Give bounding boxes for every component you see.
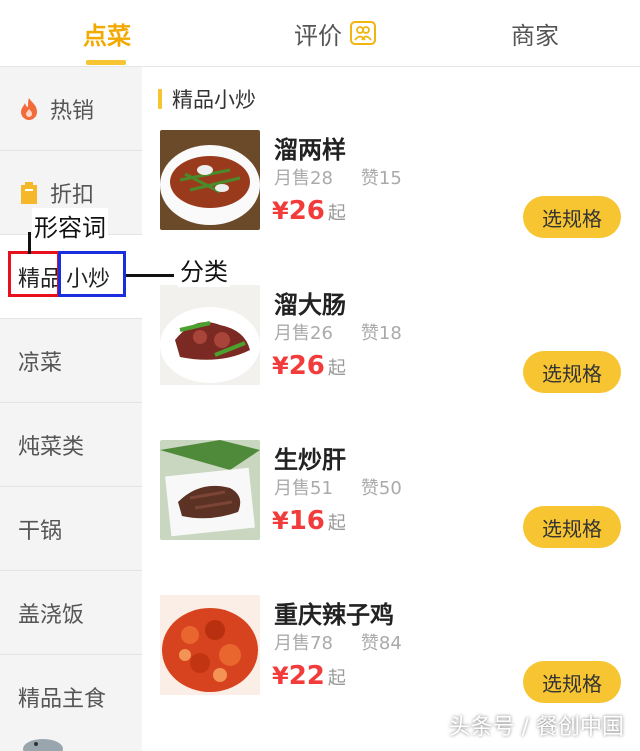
dish-item[interactable]: 生炒肝 月售51 赞50 ¥16 起 选规格 — [142, 440, 640, 570]
section-title-bar — [158, 89, 162, 109]
price-suffix: 起 — [327, 358, 346, 379]
dish-name: 重庆辣子鸡 — [274, 601, 394, 629]
dish-stats: 月售26 赞18 — [274, 319, 402, 345]
dish-stats: 月售78 赞84 — [274, 629, 402, 655]
likes-count: 赞84 — [360, 633, 402, 654]
mascot-icon — [23, 739, 63, 751]
tab-order[interactable]: 点菜 — [40, 0, 174, 66]
review-people-icon — [350, 21, 376, 45]
price-value: 26 — [288, 196, 325, 226]
section-title: 精品小炒 — [158, 85, 256, 113]
dish-price: ¥16 起 — [272, 506, 346, 536]
tab-reviews[interactable]: 评价 — [260, 0, 410, 66]
select-spec-button[interactable]: 选规格 — [523, 661, 621, 703]
sidebar-item-cold-dishes[interactable]: 凉菜 — [0, 319, 142, 403]
dish-stats: 月售28 赞15 — [274, 164, 402, 190]
adjective-highlight-box — [8, 251, 60, 297]
adjective-annotation: 形容词 — [32, 208, 108, 243]
dish-item[interactable]: 溜大肠 月售26 赞18 ¥26 起 选规格 — [142, 285, 640, 415]
price-value: 22 — [288, 661, 325, 691]
dish-name: 溜大肠 — [274, 291, 346, 319]
dish-photo — [160, 285, 260, 385]
tab-merchant-label: 商家 — [511, 21, 559, 50]
likes-count: 赞15 — [360, 168, 402, 189]
adjective-pointer-line — [28, 232, 31, 254]
dish-list: 精品小炒 溜两样 月售28 赞15 ¥26 起 选规格 溜大肠 月售26 赞18… — [142, 67, 640, 751]
price-value: 26 — [288, 351, 325, 381]
sidebar-item-label: 凉菜 — [18, 350, 63, 376]
top-tab-bar: 点菜 评价 商家 — [0, 0, 640, 67]
currency-symbol: ¥ — [272, 507, 289, 535]
active-tab-indicator — [86, 60, 126, 65]
tab-merchant[interactable]: 商家 — [470, 0, 600, 66]
category-pointer-line — [126, 274, 174, 277]
sidebar-item-label: 干锅 — [18, 518, 63, 544]
sidebar-item-staple[interactable]: 精品主食 — [0, 655, 142, 739]
monthly-sales: 月售28 — [274, 168, 333, 189]
sidebar-item-label: 炖菜类 — [18, 434, 85, 460]
dish-photo — [160, 130, 260, 230]
dish-item[interactable]: 重庆辣子鸡 月售78 赞84 ¥22 起 选规格 — [142, 595, 640, 725]
select-spec-button[interactable]: 选规格 — [523, 506, 621, 548]
monthly-sales: 月售26 — [274, 323, 333, 344]
price-suffix: 起 — [327, 203, 346, 224]
discount-tag-icon — [18, 181, 40, 205]
sidebar-item-dry-pot[interactable]: 干锅 — [0, 487, 142, 571]
select-spec-button[interactable]: 选规格 — [523, 196, 621, 238]
sidebar-item-label: 精品主食 — [18, 687, 107, 712]
dish-stats: 月售51 赞50 — [274, 474, 402, 500]
dish-photo — [160, 595, 260, 695]
sidebar-item-label: 热销 — [50, 98, 95, 124]
monthly-sales: 月售78 — [274, 633, 333, 654]
sidebar-item-label: 盖浇饭 — [18, 602, 85, 628]
watermark: 头条号 / 餐创中国 — [448, 715, 624, 740]
tab-order-label: 点菜 — [83, 21, 131, 50]
category-annotation: 分类 — [178, 252, 230, 287]
currency-symbol: ¥ — [272, 197, 289, 225]
dish-item[interactable]: 溜两样 月售28 赞15 ¥26 起 选规格 — [142, 130, 640, 260]
price-value: 16 — [288, 506, 325, 536]
sidebar-item-stew[interactable]: 炖菜类 — [0, 403, 142, 487]
category-sidebar: 热销 折扣 精品 小炒 凉菜 炖菜类 干锅 盖浇饭 精品主食 — [0, 67, 142, 751]
dish-name: 溜两样 — [274, 136, 346, 164]
sidebar-item-label: 折扣 — [50, 182, 95, 208]
monthly-sales: 月售51 — [274, 478, 333, 499]
section-title-text: 精品小炒 — [172, 88, 256, 112]
currency-symbol: ¥ — [272, 662, 289, 690]
currency-symbol: ¥ — [272, 352, 289, 380]
fire-icon — [18, 97, 40, 121]
likes-count: 赞50 — [360, 478, 402, 499]
select-spec-button[interactable]: 选规格 — [523, 351, 621, 393]
dish-name: 生炒肝 — [274, 446, 346, 474]
dish-price: ¥26 起 — [272, 351, 346, 381]
sidebar-item-rice-bowl[interactable]: 盖浇饭 — [0, 571, 142, 655]
dish-photo — [160, 440, 260, 540]
likes-count: 赞18 — [360, 323, 402, 344]
dish-price: ¥26 起 — [272, 196, 346, 226]
dish-price: ¥22 起 — [272, 661, 346, 691]
category-highlight-box — [58, 251, 126, 297]
tab-reviews-label: 评价 — [294, 21, 342, 50]
price-suffix: 起 — [327, 513, 346, 534]
price-suffix: 起 — [327, 668, 346, 689]
sidebar-item-hot[interactable]: 热销 — [0, 67, 142, 151]
